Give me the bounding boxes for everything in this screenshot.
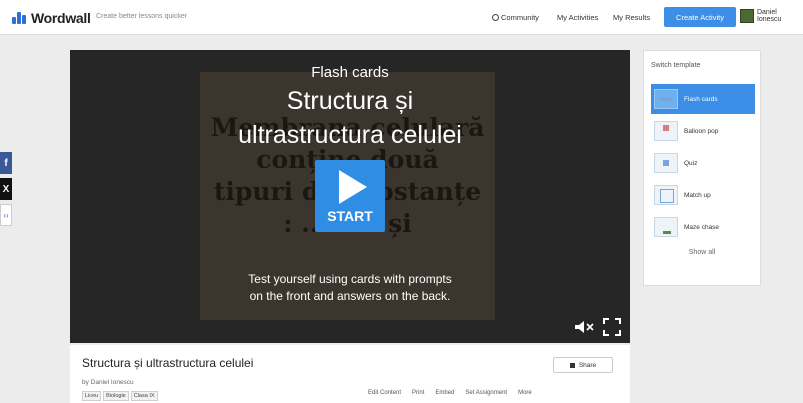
activity-title: Structura și ultrastructura celulei bbox=[82, 356, 254, 370]
activity-title-overlay: Structura și ultrastructura celulei bbox=[70, 84, 630, 152]
template-option-balloon-pop[interactable]: Balloon pop bbox=[651, 116, 755, 146]
avatar bbox=[740, 9, 754, 23]
embed-share-button[interactable]: ‹› bbox=[0, 204, 12, 226]
mute-icon[interactable] bbox=[574, 320, 594, 334]
user-menu[interactable]: Daniel Ionescu bbox=[740, 9, 803, 23]
nav-community[interactable]: Community bbox=[492, 13, 539, 22]
embed-link[interactable]: Embed bbox=[435, 390, 454, 396]
play-icon bbox=[339, 170, 367, 204]
nav-my-results[interactable]: My Results bbox=[613, 13, 650, 22]
template-option-label: Maze chase bbox=[684, 223, 720, 231]
title-line: Structura și bbox=[286, 87, 414, 115]
more-menu[interactable]: More bbox=[518, 390, 532, 396]
wordwall-logo[interactable]: Wordwall bbox=[12, 9, 91, 27]
logo-text: Wordwall bbox=[31, 10, 91, 26]
author-line: by Daniel Ionescu bbox=[82, 379, 134, 386]
title-line: ultrastructura celulei bbox=[238, 121, 462, 149]
quiz-icon bbox=[654, 153, 678, 173]
x-share-button[interactable]: X bbox=[0, 178, 12, 200]
show-all-link[interactable]: Show all bbox=[644, 249, 760, 256]
activity-player[interactable]: Membrana celulară conține două tipuri de… bbox=[70, 50, 630, 343]
tag[interactable]: Biologie bbox=[103, 391, 129, 401]
template-option-label: Balloon pop bbox=[684, 127, 719, 135]
top-bar: Wordwall Create better lessons quicker C… bbox=[0, 0, 803, 35]
description-line: on the front and answers on the back. bbox=[249, 289, 451, 303]
switch-template-panel: Switch template Flash cards Balloon pop … bbox=[643, 50, 761, 286]
maze-chase-icon bbox=[654, 217, 678, 237]
share-label: Share bbox=[578, 361, 597, 369]
share-icon: ‹› bbox=[3, 210, 9, 220]
template-description: Test yourself using cards with prompts o… bbox=[70, 271, 630, 305]
balloon-pop-icon bbox=[654, 121, 678, 141]
nav-my-activities[interactable]: My Activities bbox=[557, 13, 598, 22]
set-assignment-link[interactable]: Set Assignment bbox=[465, 390, 507, 396]
start-label: START bbox=[327, 208, 373, 224]
activity-actions: Edit Content Print Embed Set Assignment … bbox=[368, 390, 543, 396]
template-option-match-up[interactable]: Match up bbox=[651, 180, 755, 210]
description-line: Test yourself using cards with prompts bbox=[248, 272, 452, 286]
template-option-flash-cards[interactable]: Flash cards bbox=[651, 84, 755, 114]
logo-mark-icon bbox=[12, 12, 28, 24]
search-icon bbox=[492, 14, 499, 21]
tagline: Create better lessons quicker bbox=[96, 13, 188, 20]
start-button[interactable]: START bbox=[315, 160, 385, 232]
match-up-icon bbox=[654, 185, 678, 205]
x-icon: X bbox=[2, 183, 10, 195]
share-icon bbox=[569, 362, 575, 368]
template-name: Flash cards bbox=[311, 64, 389, 81]
activity-info-panel: Structura și ultrastructura celulei Shar… bbox=[70, 345, 630, 403]
print-link[interactable]: Print bbox=[412, 390, 424, 396]
facebook-icon: f bbox=[4, 157, 8, 169]
tag-list: Liceu Biologie Clasa IX bbox=[82, 391, 160, 401]
switch-template-title: Switch template bbox=[651, 62, 701, 69]
template-option-label: Flash cards bbox=[684, 95, 718, 103]
create-activity-button[interactable]: Create Activity bbox=[664, 7, 736, 27]
share-button[interactable]: Share bbox=[553, 357, 613, 373]
template-option-label: Quiz bbox=[684, 159, 698, 167]
template-option-maze-chase[interactable]: Maze chase bbox=[651, 212, 755, 242]
edit-content-link[interactable]: Edit Content bbox=[368, 390, 401, 396]
tag[interactable]: Clasa IX bbox=[130, 391, 158, 401]
user-name: Daniel Ionescu bbox=[756, 9, 782, 23]
nav-community-label: Community bbox=[501, 13, 539, 22]
facebook-share-button[interactable]: f bbox=[0, 152, 12, 174]
tag[interactable]: Liceu bbox=[82, 391, 102, 401]
flash-cards-icon bbox=[654, 89, 678, 109]
fullscreen-icon[interactable] bbox=[603, 318, 621, 336]
template-option-label: Match up bbox=[684, 191, 711, 199]
template-option-quiz[interactable]: Quiz bbox=[651, 148, 755, 178]
